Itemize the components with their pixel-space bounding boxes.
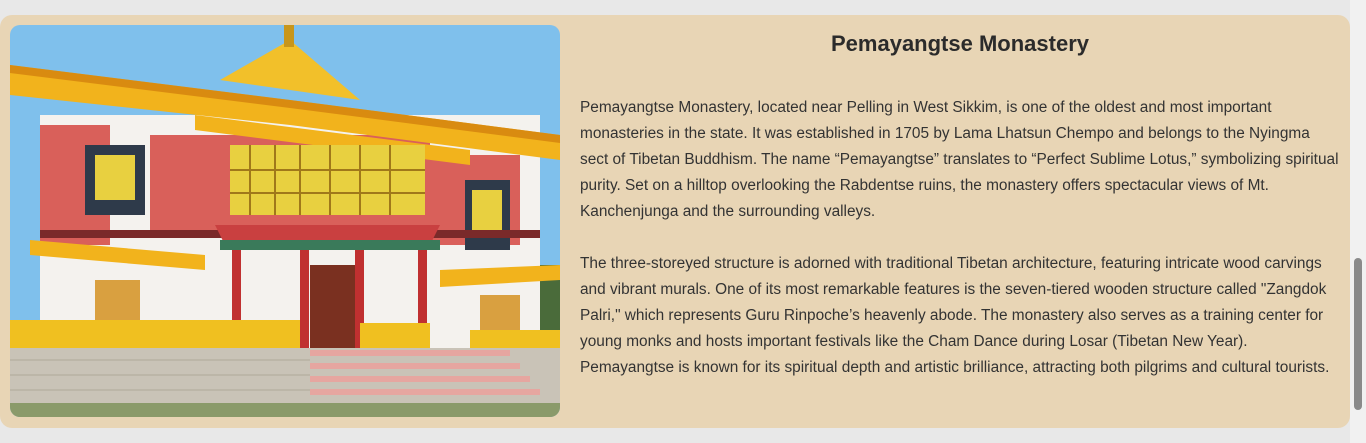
article-title: Pemayangtse Monastery [831,31,1089,56]
monastery-photo [10,25,560,417]
article-paragraph-1: Pemayangtse Monastery, located near Pell… [580,99,1339,220]
monastery-card: Pemayangtse Monastery Pemayangtse Monast… [0,15,1350,428]
article-content: Pemayangtse Monastery Pemayangtse Monast… [580,30,1340,381]
page-scrollbar[interactable] [1350,0,1366,443]
article-paragraph-2: The three-storeyed structure is adorned … [580,255,1330,376]
scrollbar-thumb[interactable] [1354,258,1362,410]
